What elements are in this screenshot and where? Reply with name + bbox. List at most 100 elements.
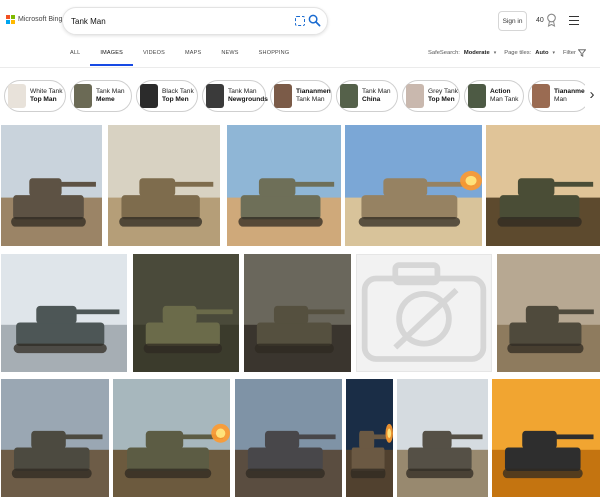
chip-label-line-2: China <box>362 96 381 103</box>
chip-label: Action Man Tank <box>490 88 518 105</box>
chip-thumbnail <box>532 84 550 108</box>
chip-label: Tank Man Meme <box>96 88 125 105</box>
safesearch-label: SafeSearch: <box>428 50 460 56</box>
image-thumbnail <box>1 379 109 497</box>
chip-label: Black Tank Top Men <box>162 88 194 105</box>
image-thumbnail <box>133 254 239 372</box>
chevron-down-icon: ▾ <box>552 50 555 56</box>
image-result[interactable] <box>1 379 109 497</box>
image-result[interactable] <box>113 379 230 497</box>
chip-thumbnail <box>140 84 158 108</box>
chip-label-line-2: Top Men <box>428 96 455 103</box>
related-search-chip[interactable]: Tank Man Newgrounds <box>202 80 268 112</box>
tab-images[interactable]: IMAGES <box>90 46 133 66</box>
image-result[interactable] <box>235 379 342 497</box>
image-thumbnail <box>346 379 393 497</box>
chip-label-line-1: Grey Tank <box>428 87 458 95</box>
related-search-chip[interactable]: Grey Tank Top Men <box>402 80 460 112</box>
visual-search-icon[interactable] <box>295 16 305 26</box>
hamburger-menu-icon[interactable] <box>569 16 579 25</box>
image-thumbnail <box>235 379 342 497</box>
image-result[interactable] <box>133 254 239 372</box>
chevron-right-icon[interactable]: › <box>585 84 599 108</box>
image-thumbnail <box>113 379 230 497</box>
related-search-chip[interactable]: Tiananmen Sq Man <box>528 80 599 112</box>
chip-label-line-2: Tank Man <box>296 96 325 103</box>
chip-thumbnail <box>468 84 486 108</box>
microsoft-logo-icon <box>6 15 15 24</box>
image-thumbnail <box>1 254 127 372</box>
chip-label-line-2: Meme <box>96 96 115 103</box>
related-search-chip[interactable]: Black Tank Top Men <box>136 80 198 112</box>
image-result[interactable] <box>486 125 600 246</box>
chip-label-line-2: Newgrounds <box>228 96 268 103</box>
image-thumbnail <box>244 254 351 372</box>
image-result[interactable] <box>108 125 220 246</box>
related-search-chip[interactable]: Tank Man China <box>336 80 398 112</box>
page-tiles-dropdown[interactable]: Auto <box>535 50 548 56</box>
image-result[interactable] <box>356 254 492 372</box>
rewards-icon[interactable] <box>546 13 557 27</box>
tabs-divider <box>0 67 600 68</box>
image-thumbnail <box>397 379 488 497</box>
related-search-chip[interactable]: White Tank Top Man <box>4 80 66 112</box>
search-input[interactable]: Tank Man <box>71 17 106 26</box>
tab-videos[interactable]: VIDEOS <box>133 46 175 66</box>
image-result[interactable] <box>1 125 102 246</box>
chip-label-line-2: Man Tank <box>490 96 519 103</box>
chip-label: White Tank Top Man <box>30 88 63 105</box>
image-result[interactable] <box>492 379 600 497</box>
related-search-chip[interactable]: Tank Man Meme <box>70 80 132 112</box>
image-result[interactable] <box>227 125 341 246</box>
filter-funnel-icon <box>577 49 586 57</box>
chip-thumbnail <box>340 84 358 108</box>
tab-shopping[interactable]: SHOPPING <box>249 46 300 66</box>
chip-label-line-1: White Tank <box>30 87 63 95</box>
tab-all[interactable]: ALL <box>60 46 90 66</box>
tab-maps[interactable]: MAPS <box>175 46 211 66</box>
filters-row: SafeSearch: Moderate ▾ Page tiles: Auto … <box>428 49 586 57</box>
chevron-down-icon: ▾ <box>493 50 497 56</box>
image-result[interactable] <box>244 254 351 372</box>
chip-label: Tank Man Newgrounds <box>228 88 268 105</box>
tab-news[interactable]: NEWS <box>211 46 248 66</box>
search-icon[interactable] <box>308 14 321 27</box>
image-result[interactable] <box>346 379 393 497</box>
rewards-points[interactable]: 40 <box>536 17 544 24</box>
page-tiles-label: Page tiles: <box>504 50 532 56</box>
image-thumbnail <box>227 125 341 246</box>
filter-label: Filter <box>563 50 576 56</box>
image-thumbnail <box>486 125 600 246</box>
chip-label-line-1: Tiananmen <box>296 87 331 95</box>
image-thumbnail <box>497 254 600 372</box>
logo-text: Microsoft Bing <box>18 16 63 23</box>
chip-label-line-1: Black Tank <box>162 87 194 95</box>
chip-label-line-1: Tank Man <box>96 87 125 95</box>
bing-logo[interactable]: Microsoft Bing <box>6 15 62 24</box>
related-search-chip[interactable]: Action Man Tank <box>464 80 524 112</box>
image-thumbnail <box>108 125 220 246</box>
image-result[interactable] <box>345 125 482 246</box>
image-result[interactable] <box>397 379 488 497</box>
chip-thumbnail <box>206 84 224 108</box>
image-result[interactable] <box>497 254 600 372</box>
chip-thumbnail <box>74 84 92 108</box>
filter-button[interactable]: Filter <box>563 49 586 57</box>
chip-thumbnail <box>274 84 292 108</box>
chip-label-line-1: Tank Man <box>228 87 257 95</box>
chip-label: Grey Tank Top Men <box>428 88 458 105</box>
chip-thumbnail <box>406 84 424 108</box>
image-thumbnail <box>345 125 482 246</box>
chip-label-line-2: Top Men <box>162 96 189 103</box>
top-header: Microsoft Bing Tank Man Sign in 40 <box>0 0 600 42</box>
safesearch-dropdown[interactable]: Moderate <box>464 50 490 56</box>
chip-thumbnail <box>8 84 26 108</box>
image-result[interactable] <box>1 254 127 372</box>
sign-in-button[interactable]: Sign in <box>498 11 527 31</box>
chip-label-line-2: Top Man <box>30 96 57 103</box>
image-thumbnail <box>1 125 102 246</box>
chip-label: Tiananmen Tank Man <box>296 88 331 105</box>
related-search-chip[interactable]: Tiananmen Tank Man <box>270 80 332 112</box>
chip-label-line-1: Tank Man <box>362 87 391 95</box>
search-box[interactable]: Tank Man <box>62 7 328 35</box>
